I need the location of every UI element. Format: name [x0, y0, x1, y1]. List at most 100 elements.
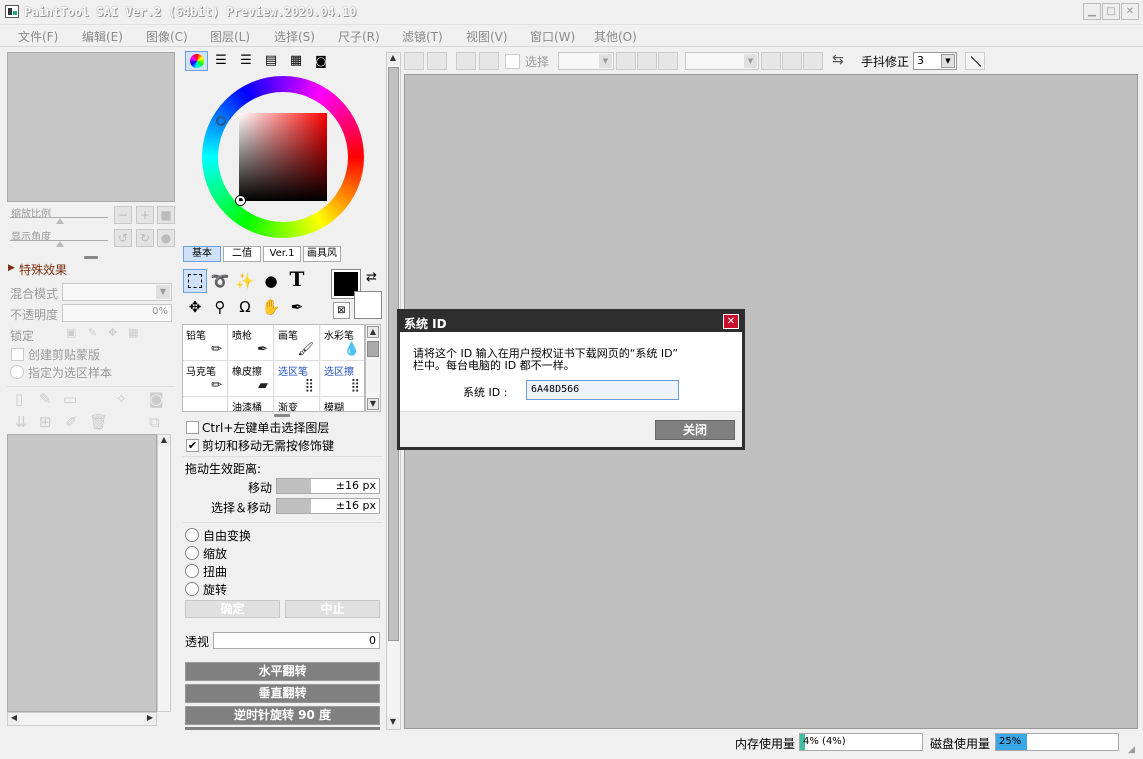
menu-layer[interactable]: 图层(L) — [210, 28, 250, 45]
layer-style-icon[interactable]: ✧ — [115, 390, 128, 408]
close-window-icon[interactable]: ✕ — [1121, 3, 1139, 20]
menu-file[interactable]: 文件(F) — [18, 28, 58, 45]
duplicate-layer-icon[interactable]: ⊞ — [39, 413, 52, 431]
rotate-left-button[interactable]: ↺ — [114, 229, 132, 247]
deselect-button[interactable] — [456, 52, 476, 70]
layer-list-hscroll[interactable]: ◀ ▶ — [7, 712, 157, 726]
brush-slot[interactable]: 选区擦 ⣿ — [321, 361, 364, 397]
transform-scale-radio[interactable] — [185, 546, 199, 560]
lock-move-icon[interactable]: ✥ — [108, 326, 117, 339]
brush-slot[interactable]: 渐变▭ — [275, 397, 320, 411]
confirm-button[interactable]: 确定 — [185, 600, 280, 618]
brush-slot[interactable]: 选区笔 ⣿ — [275, 361, 320, 397]
shape-tool-icon[interactable]: ● — [259, 269, 283, 293]
perspective-field[interactable]: 0 — [213, 632, 380, 649]
rotate-right-button[interactable]: ↻ — [136, 229, 154, 247]
menu-image[interactable]: 图像(C) — [146, 28, 188, 45]
flip-view-icon[interactable]: ⇆ — [832, 52, 844, 68]
zoom-in-button[interactable]: + — [136, 206, 154, 224]
new-vector-layer-icon[interactable]: ✎ — [39, 390, 52, 408]
rotate-cw-toolbar-button[interactable] — [782, 52, 802, 70]
color-wheel-mode-button[interactable] — [185, 51, 208, 71]
dialog-close-icon[interactable]: ✕ — [723, 314, 739, 329]
new-folder-icon[interactable]: ▭ — [63, 390, 77, 408]
brush-slot[interactable]: 马克笔 ✏ — [183, 361, 228, 397]
collapse-arrow-icon[interactable]: ▶ — [8, 263, 15, 273]
hand-icon[interactable]: ✋ — [259, 295, 283, 319]
zoom-reset-button[interactable]: ■ — [157, 206, 175, 224]
secondary-color-swatch[interactable] — [354, 291, 382, 319]
scratch-pad-icon[interactable]: ◙ — [312, 53, 330, 69]
brush-slot[interactable]: 画笔 🖌 — [275, 325, 320, 361]
brush-slot[interactable]: 橡皮擦 ▰ — [229, 361, 274, 397]
cancel-transform-button[interactable]: 中止 — [285, 600, 380, 618]
zoom-icon[interactable]: ⚲ — [208, 295, 232, 319]
scroll-up-icon[interactable]: ▲ — [158, 435, 170, 447]
scroll-left-icon[interactable]: ◀ — [8, 713, 20, 725]
move-distance-slider[interactable]: ±16 px — [276, 478, 380, 494]
stabilizer-select[interactable]: 3 ▼ — [913, 52, 957, 70]
swatch-mode-icon[interactable]: ▦ — [287, 53, 305, 69]
merge-down-icon[interactable]: ⇊ — [15, 413, 28, 431]
menu-edit[interactable]: 编辑(E) — [82, 28, 123, 45]
scroll-right-icon[interactable]: ▶ — [144, 713, 156, 725]
dialog-close-button[interactable]: 关闭 — [655, 420, 735, 440]
flip-vertical-button[interactable]: 垂直翻转 — [185, 684, 380, 703]
system-id-field[interactable]: 6A48D566 — [526, 380, 679, 400]
selection-source-checkbox[interactable] — [10, 365, 24, 379]
brush-slot[interactable]: 模糊☁ — [321, 397, 364, 411]
lasso-icon[interactable]: ➰ — [208, 269, 232, 293]
brush-scroll-up-icon[interactable]: ▲ — [367, 326, 379, 338]
clip-checkbox[interactable] — [11, 348, 24, 361]
layer-list-vscroll[interactable]: ▲ — [157, 434, 171, 712]
minimize-icon[interactable]: ▁ — [1083, 3, 1101, 20]
zoom-in-toolbar-button[interactable] — [637, 52, 657, 70]
blend-mode-select[interactable]: ▼ — [62, 283, 172, 301]
undo-button[interactable] — [404, 52, 424, 70]
transform-distort-radio[interactable] — [185, 564, 199, 578]
color-tab-basic[interactable]: 基本 — [183, 246, 221, 262]
zoom-out-toolbar-button[interactable] — [616, 52, 636, 70]
brush-slot[interactable]: 喷枪 ✒ — [229, 325, 274, 361]
saturation-value-square[interactable] — [239, 113, 327, 201]
rotate-ccw-toolbar-button[interactable] — [761, 52, 781, 70]
zoom-level-select[interactable]: ▼ — [685, 52, 759, 70]
transparent-color-icon[interactable]: ⊠ — [333, 302, 350, 319]
cut-move-checkbox[interactable]: ✔ — [186, 439, 199, 452]
effects-label[interactable]: 特殊效果 — [19, 261, 67, 278]
menu-window[interactable]: 窗口(W) — [530, 28, 575, 45]
ctrl-click-checkbox[interactable] — [186, 421, 199, 434]
brush-splitter[interactable] — [274, 414, 290, 417]
lock-alpha-icon[interactable]: ▦ — [128, 326, 138, 339]
tools-scroll-up-icon[interactable]: ▲ — [387, 53, 399, 65]
text-tool-icon[interactable]: T — [285, 267, 309, 291]
menu-filter[interactable]: 滤镜(T) — [402, 28, 443, 45]
marquee-select-tool[interactable] — [183, 269, 207, 293]
brush-slot[interactable]: 水彩笔 💧 — [321, 325, 364, 361]
angle-slider-thumb[interactable] — [56, 241, 64, 247]
rgb-slider-mode-icon[interactable]: ☰ — [212, 53, 230, 69]
rotate-ccw-button[interactable]: 逆时针旋转 90 度 — [185, 706, 380, 725]
layer-list[interactable] — [7, 434, 157, 712]
tools-scroll-down-icon[interactable]: ▼ — [387, 717, 399, 729]
menu-other[interactable]: 其他(O) — [594, 28, 637, 45]
brush-scroll-down-icon[interactable]: ▼ — [367, 398, 379, 410]
brush-slot[interactable]: 油漆桶▼ — [229, 397, 274, 411]
resize-grip-icon[interactable]: ◢ — [1128, 744, 1140, 756]
navigator-preview[interactable] — [7, 52, 175, 202]
select-move-distance-slider[interactable]: ±16 px — [276, 498, 380, 514]
transform-free-radio[interactable] — [185, 528, 199, 542]
menu-select[interactable]: 选择(S) — [274, 28, 315, 45]
zoom-reset-toolbar-button[interactable] — [658, 52, 678, 70]
opacity-field[interactable]: 0% — [62, 304, 172, 322]
brush-slot[interactable]: 铅笔 ✏ — [183, 325, 228, 361]
brush-palette-scrollbar[interactable]: ▲ ▼ — [365, 324, 381, 412]
move-icon[interactable]: ✥ — [183, 295, 207, 319]
zoom-out-button[interactable]: − — [114, 206, 132, 224]
eyedropper-icon[interactable]: ✒ — [285, 295, 309, 319]
lock-brush-icon[interactable]: ✎ — [88, 326, 97, 339]
menu-ruler[interactable]: 尺子(R) — [338, 28, 380, 45]
color-tab-ver1[interactable]: Ver.1 — [263, 246, 301, 262]
menu-view[interactable]: 视图(V) — [466, 28, 508, 45]
maximize-icon[interactable]: □ — [1102, 3, 1120, 20]
